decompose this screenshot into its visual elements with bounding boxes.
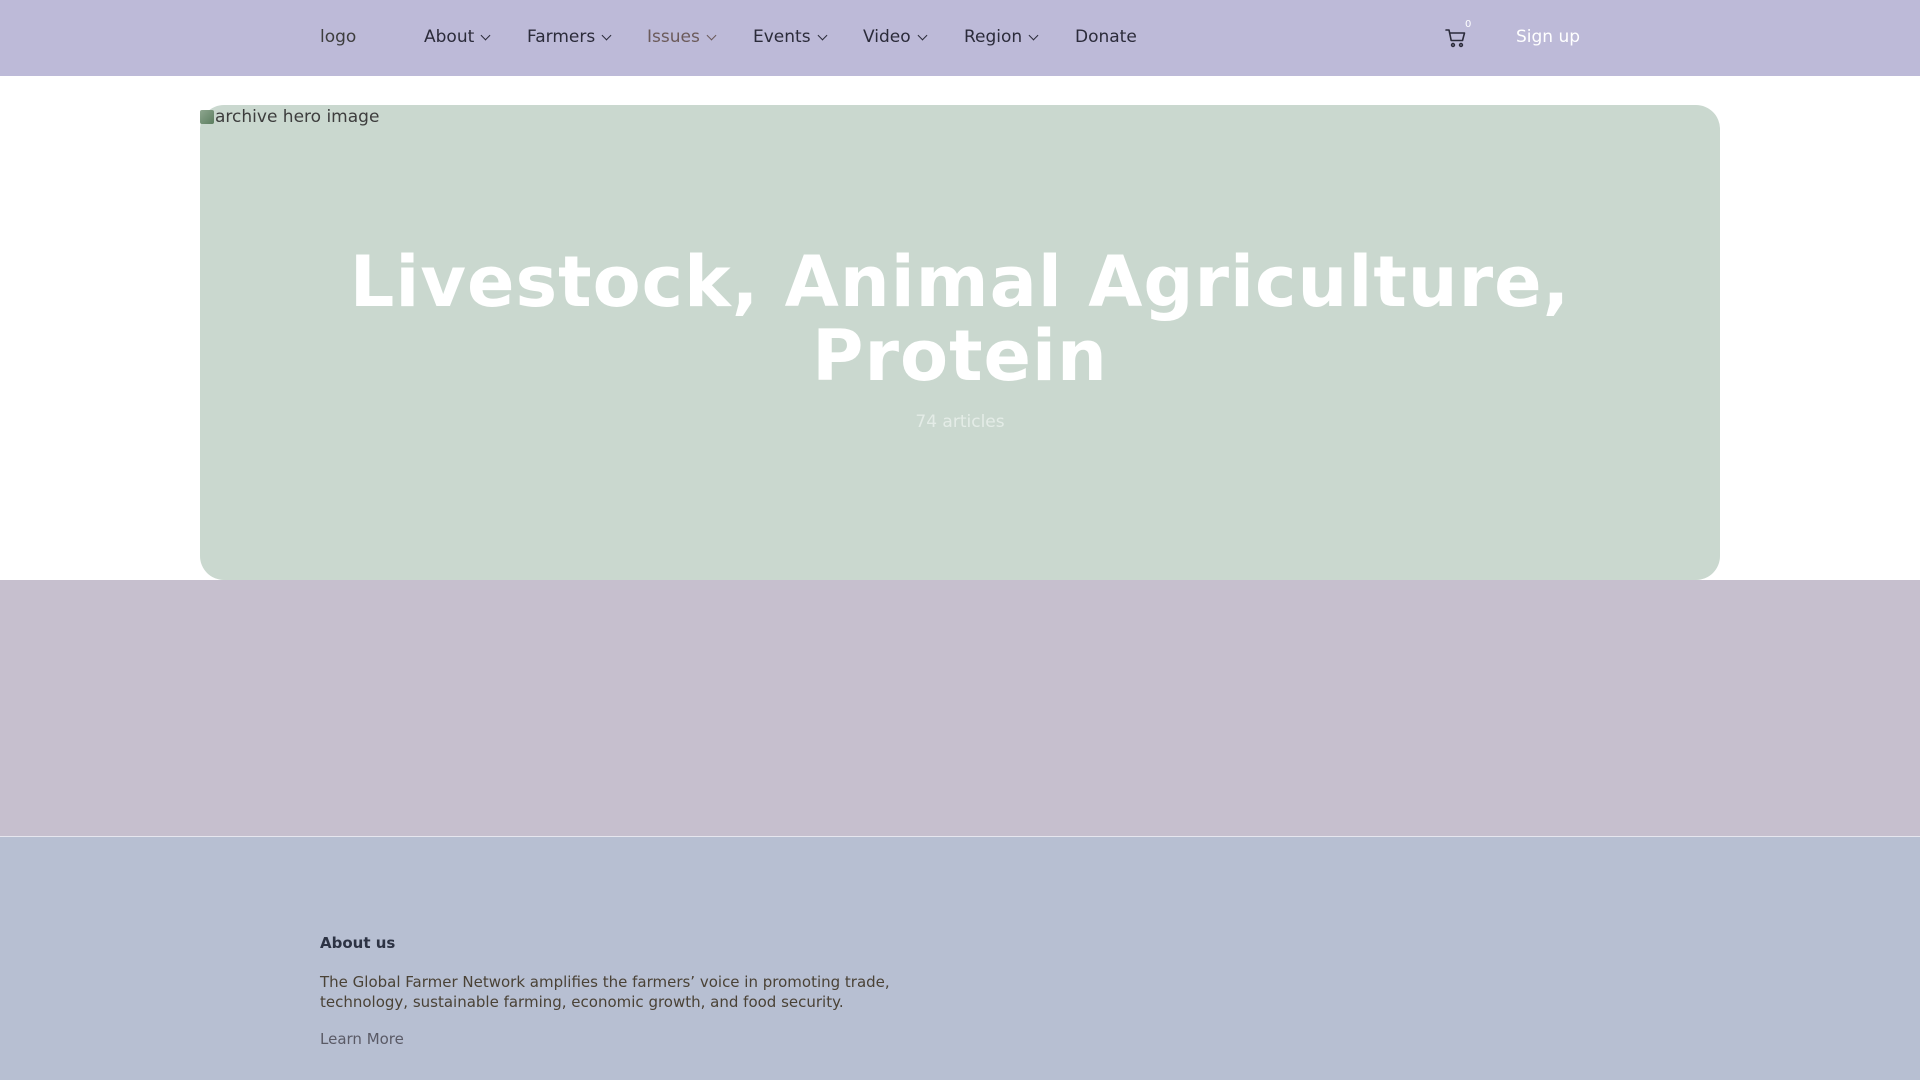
nav-item-video[interactable]: Video: [863, 26, 928, 48]
nav-item-label: Farmers: [527, 27, 596, 47]
chevron-down-icon: [706, 30, 717, 40]
nav-item-label: Video: [863, 27, 911, 47]
footer-about-heading: About us: [320, 934, 396, 952]
nav-item-label: Donate: [1075, 27, 1137, 47]
nav-item-donate[interactable]: Donate: [1075, 26, 1137, 48]
nav-item-label: Region: [964, 27, 1023, 47]
chevron-down-icon: [1028, 30, 1039, 40]
hero-image: archive hero image: [200, 106, 379, 128]
logo[interactable]: logo: [320, 26, 356, 48]
nav-item-about[interactable]: About: [424, 26, 491, 48]
cart-count-badge: 0: [1465, 19, 1472, 30]
nav-item-issues[interactable]: Issues: [647, 26, 717, 48]
article-count: 74 articles: [915, 412, 1005, 432]
page-title: Livestock, Animal Agriculture, Protein: [349, 241, 1571, 397]
chevron-down-icon: [917, 30, 928, 40]
learn-more-link[interactable]: Learn More: [320, 1029, 404, 1049]
footer: [0, 837, 1920, 1080]
footer-about-text: The Global Farmer Network amplifies the …: [320, 973, 890, 1011]
chevron-down-icon: [480, 30, 491, 40]
sign-up-link[interactable]: Sign up: [1516, 26, 1580, 48]
nav-item-label: Issues: [647, 27, 700, 47]
content-band: [0, 580, 1920, 836]
hero-image-alt-text: archive hero image: [215, 107, 380, 127]
nav-item-events[interactable]: Events: [753, 26, 828, 48]
nav-item-farmers[interactable]: Farmers: [527, 26, 612, 48]
nav-item-label: Events: [753, 27, 811, 47]
top-navigation-bar: logo About Farmers Issues Events Video R…: [0, 0, 1920, 76]
nav-item-label: About: [424, 27, 475, 47]
chevron-down-icon: [601, 30, 612, 40]
broken-image-icon: [200, 110, 214, 124]
nav-item-region[interactable]: Region: [964, 26, 1039, 48]
chevron-down-icon: [817, 30, 828, 40]
